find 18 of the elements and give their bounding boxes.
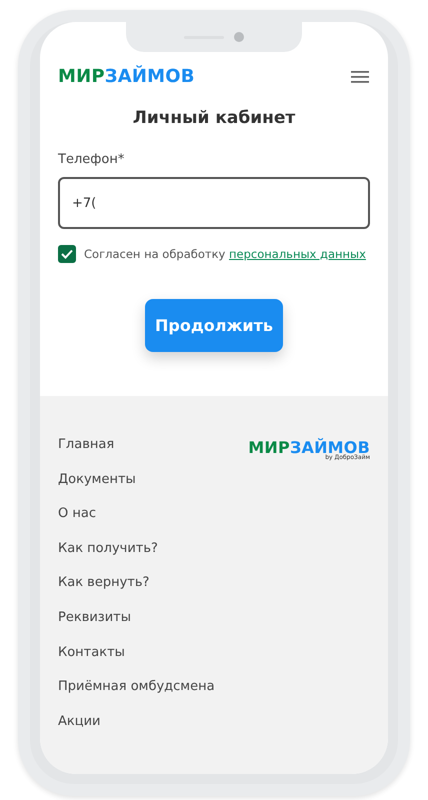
page-title: Личный кабинет [132,108,296,128]
footer-link[interactable]: Как получить? [58,540,215,558]
footer-link[interactable]: Реквизиты [58,608,215,627]
menu-icon[interactable] [350,69,370,85]
footer-link[interactable]: Главная [58,436,215,454]
footer-link[interactable]: Как вернуть? [58,574,215,592]
consent-checkbox[interactable] [58,245,76,263]
field-label: Телефон* [58,152,124,167]
consent-text: Согласен на обработку персональных данных [84,247,366,261]
camera-icon [234,32,244,42]
footer-link[interactable]: Приёмная омбудсмена [58,678,215,696]
personal-data-link[interactable]: персональных данных [229,247,366,261]
phone-field[interactable]: +7( [58,177,370,229]
footer-link[interactable]: Акции [58,712,215,731]
footer-logo: МИРЗАЙМОВ [248,440,370,456]
footer-link[interactable]: Документы [58,470,215,489]
footer-link[interactable]: Контакты [58,644,215,662]
footer-link[interactable]: О нас [58,505,215,524]
